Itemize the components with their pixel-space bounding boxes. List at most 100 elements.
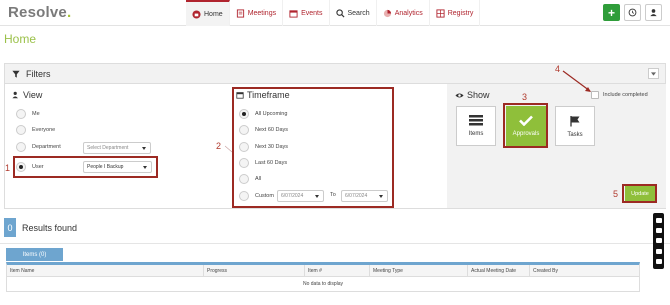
- history-button[interactable]: [624, 4, 641, 21]
- camera-icon[interactable]: [655, 228, 662, 234]
- timeframe-option-all-upcoming[interactable]: All Upcoming: [239, 109, 287, 119]
- view-option-department[interactable]: Department: [16, 142, 61, 152]
- meetings-icon: [236, 8, 244, 18]
- nav-home[interactable]: Home: [186, 0, 230, 26]
- page-title: Home: [4, 32, 37, 46]
- nav-events[interactable]: Events: [283, 0, 330, 26]
- col-item-name[interactable]: Item Name: [7, 265, 203, 277]
- view-option-me-label: Me: [32, 111, 40, 117]
- gear-icon[interactable]: [655, 259, 662, 265]
- radio-me[interactable]: [16, 109, 26, 119]
- nav-search-label: Search: [347, 9, 370, 17]
- timeframe-option-all[interactable]: All: [239, 174, 261, 184]
- show-tile-approvals[interactable]: Approvals: [506, 106, 546, 146]
- radio-next-30[interactable]: [239, 142, 249, 152]
- department-select[interactable]: Select Department: [83, 142, 151, 154]
- results-divider: [0, 243, 670, 244]
- timeframe-option-last-60[interactable]: Last 60 Days: [239, 158, 287, 168]
- custom-from-date[interactable]: 6/07/2024: [277, 190, 324, 202]
- home-icon: [192, 9, 201, 19]
- search-icon: [335, 8, 345, 18]
- col-item-number[interactable]: Item #: [304, 265, 369, 277]
- table-header: Item Name Progress Item # Meeting Type A…: [7, 265, 639, 277]
- results-count-badge: 0: [4, 218, 16, 237]
- collapse-filters-button[interactable]: [648, 68, 659, 79]
- window-icon[interactable]: [655, 248, 662, 254]
- results-table: Item Name Progress Item # Meeting Type A…: [6, 262, 640, 292]
- department-select-value: Select Department: [87, 145, 129, 151]
- chevron-down-icon: [315, 195, 319, 198]
- nav-search[interactable]: Search: [330, 0, 377, 26]
- view-option-me[interactable]: Me: [16, 109, 40, 119]
- logo-text: Resolve: [8, 4, 67, 21]
- tool-icon[interactable]: [655, 217, 662, 223]
- timeframe-option-next-30[interactable]: Next 30 Days: [239, 142, 288, 152]
- nav-registry[interactable]: Registry: [430, 0, 481, 26]
- monitor-icon[interactable]: [655, 238, 662, 244]
- radio-all[interactable]: [239, 174, 249, 184]
- user-search-icon: [12, 91, 18, 99]
- analytics-icon: [383, 9, 391, 17]
- nav-events-label: Events: [301, 9, 323, 17]
- flag-icon: [570, 115, 580, 126]
- view-option-user[interactable]: User: [16, 162, 44, 172]
- update-button[interactable]: Update: [625, 186, 655, 201]
- annotation-1: 1: [5, 163, 11, 173]
- nav-home-label: Home: [204, 10, 223, 18]
- view-option-everyone[interactable]: Everyone: [16, 125, 55, 135]
- empty-state: No data to display: [302, 281, 344, 287]
- list-icon: [469, 115, 483, 126]
- nav-analytics-label: Analytics: [394, 9, 423, 17]
- add-button[interactable]: +: [603, 4, 620, 21]
- tile-items-label: Items: [468, 131, 484, 137]
- show-tile-items[interactable]: Items: [456, 106, 496, 146]
- user-menu-button[interactable]: [645, 4, 662, 21]
- to-label: To: [330, 192, 336, 198]
- show-title-label: Show: [467, 90, 490, 100]
- annotation-3: 3: [522, 92, 528, 102]
- user-select[interactable]: People I Backup: [83, 161, 152, 173]
- annotation-4: 4: [555, 64, 561, 74]
- radio-user[interactable]: [16, 162, 26, 172]
- show-tile-tasks[interactable]: Tasks: [555, 106, 595, 146]
- nav-analytics[interactable]: Analytics: [377, 0, 430, 26]
- col-actual-meeting-date[interactable]: Actual Meeting Date: [467, 265, 529, 277]
- calendar-icon: [289, 9, 298, 18]
- view-section-title: View: [12, 90, 42, 100]
- radio-next-60[interactable]: [239, 125, 249, 135]
- filters-header[interactable]: Filters: [5, 64, 665, 84]
- radio-custom[interactable]: [239, 191, 249, 201]
- nav-meetings[interactable]: Meetings: [230, 0, 284, 26]
- filters-title: Filters: [26, 68, 51, 79]
- chevron-down-icon: [651, 71, 656, 76]
- logo-dot: .: [66, 4, 72, 21]
- timeframe-option-custom[interactable]: Custom: [239, 191, 274, 201]
- calendar-icon: [236, 92, 244, 99]
- col-created-by[interactable]: Created By: [529, 265, 639, 277]
- radio-everyone[interactable]: [16, 125, 26, 135]
- view-option-user-label: User: [32, 164, 44, 170]
- radio-last-60[interactable]: [239, 158, 249, 168]
- include-completed-checkbox[interactable]: [591, 91, 599, 99]
- col-meeting-type[interactable]: Meeting Type: [369, 265, 467, 277]
- include-completed-label: Include completed: [603, 92, 648, 98]
- toolbar-actions: +: [603, 4, 662, 21]
- to-date-value: 6/07/2024: [345, 193, 368, 199]
- registry-icon: [436, 8, 445, 18]
- history-icon: [628, 8, 637, 17]
- col-progress[interactable]: Progress: [203, 265, 304, 277]
- timeframe-option-label: All Upcoming: [255, 111, 288, 117]
- add-button-label: +: [607, 5, 615, 20]
- chevron-down-icon: [142, 147, 146, 150]
- tab-items[interactable]: Items (0): [6, 248, 63, 261]
- radio-department[interactable]: [16, 142, 26, 152]
- update-button-label: Update: [631, 190, 649, 197]
- checkmark-icon: [519, 115, 533, 126]
- chevron-down-icon: [379, 195, 383, 198]
- show-section-title: Show: [455, 90, 490, 100]
- radio-all-upcoming[interactable]: [239, 109, 249, 119]
- app-logo[interactable]: Resolve.: [8, 4, 71, 21]
- timeframe-option-next-60[interactable]: Next 60 Days: [239, 125, 288, 135]
- custom-to-date[interactable]: 6/07/2024: [341, 190, 388, 202]
- results-label: Results found: [22, 222, 78, 233]
